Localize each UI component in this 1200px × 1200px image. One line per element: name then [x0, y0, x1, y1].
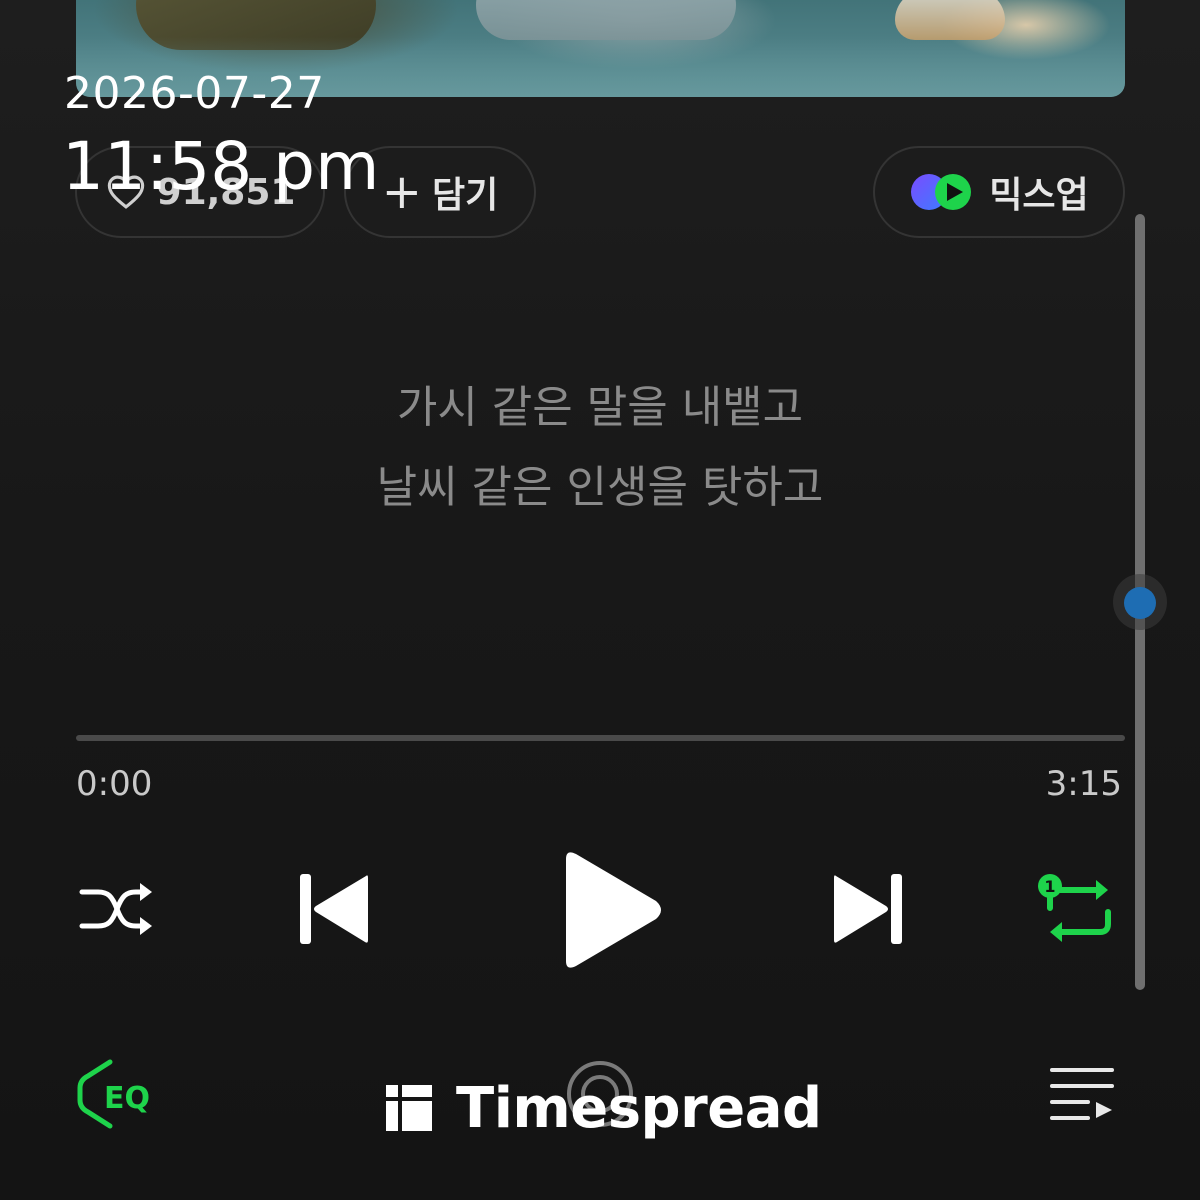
mixup-button[interactable]: 믹스업 [873, 146, 1125, 238]
player-screen: 2026-07-27 11:58 pm 91,851 + 담기 믹스업 가시 같… [0, 0, 1200, 1200]
repeat-one-badge: 1 [1044, 877, 1055, 896]
timestamp-date: 2026-07-27 [64, 68, 325, 119]
mixup-logo-icon [911, 174, 972, 210]
play-icon [566, 852, 661, 968]
album-art-figure-shoe [895, 0, 1005, 40]
shuffle-button[interactable] [76, 874, 158, 944]
lyrics-line: 가시 같은 말을 내뱉고 [396, 382, 804, 433]
repeat-one-icon: 1 [1038, 874, 1111, 942]
lyrics-panel[interactable]: 가시 같은 말을 내뱉고 날씨 같은 인생을 탓하고 [0, 368, 1200, 528]
seek-bar[interactable] [76, 735, 1125, 741]
eq-label: EQ [104, 1081, 150, 1116]
album-art-figure-cloth [476, 0, 736, 40]
lyrics-line: 날씨 같은 인생을 탓하고 [376, 462, 824, 513]
playlist-queue-icon [1050, 1068, 1114, 1120]
skip-previous-icon [300, 874, 368, 944]
current-time: 0:00 [76, 764, 153, 804]
watermark-text: Timespread [456, 1075, 822, 1141]
watermark: Timespread [384, 1075, 822, 1141]
equalizer-icon: EQ [77, 1059, 150, 1129]
equalizer-button[interactable]: EQ [74, 1058, 170, 1130]
mixup-label: 믹스업 [989, 175, 1089, 216]
playlist-button[interactable] [1048, 1064, 1116, 1124]
next-button[interactable] [828, 868, 908, 950]
add-label: 담기 [431, 175, 499, 216]
scroll-thumb[interactable] [1124, 587, 1156, 619]
previous-button[interactable] [294, 868, 374, 950]
skip-next-icon [834, 874, 902, 944]
total-time: 3:15 [1045, 764, 1122, 804]
plus-icon: + [381, 164, 422, 220]
timespread-logo-icon [386, 1085, 432, 1131]
repeat-one-button[interactable]: 1 [1036, 872, 1120, 948]
play-button[interactable] [552, 845, 668, 975]
shuffle-icon [79, 883, 152, 935]
timestamp-time: 11:58 pm [62, 128, 380, 205]
